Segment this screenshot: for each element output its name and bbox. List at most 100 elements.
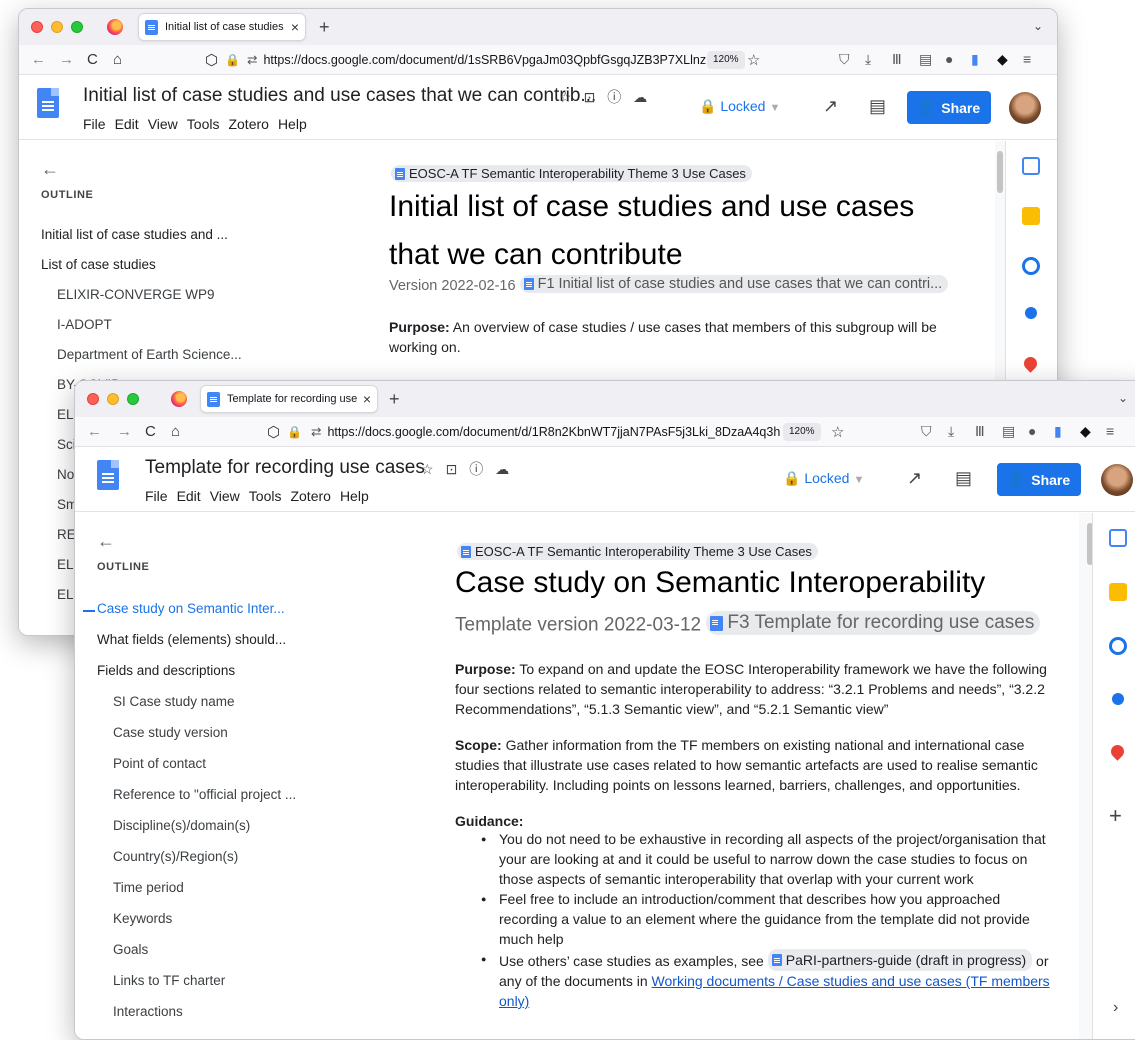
outline-item[interactable]: Time period xyxy=(113,880,184,895)
close-outline-arrow-icon[interactable]: ← xyxy=(41,159,59,180)
calendar-icon[interactable] xyxy=(1022,157,1040,175)
back-arrow-icon[interactable]: ← xyxy=(87,423,102,440)
reload-icon[interactable]: C xyxy=(87,51,98,68)
library-icon[interactable]: Ⅲ xyxy=(892,51,902,68)
extension-icon[interactable]: ● xyxy=(945,51,953,67)
extension-icon[interactable]: ● xyxy=(1028,423,1036,439)
docs-extension-icon[interactable]: ▮ xyxy=(1054,423,1062,440)
tracking-protection-shield-icon[interactable]: ⬡ xyxy=(267,423,280,441)
close-window-button[interactable] xyxy=(31,21,43,33)
address-bar[interactable]: ⇄ https://docs.google.com/document/d/1sSR… xyxy=(247,50,717,70)
outline-item[interactable]: List of case studies xyxy=(41,257,156,272)
app-menu-icon[interactable]: ≡ xyxy=(1023,51,1031,67)
activity-trend-icon[interactable]: ↗ xyxy=(907,468,922,489)
outline-item[interactable]: Discipline(s)/domain(s) xyxy=(113,818,250,833)
activity-trend-icon[interactable]: ↗ xyxy=(823,96,838,117)
tasks-icon[interactable] xyxy=(1022,257,1040,275)
menu-help[interactable]: Help xyxy=(278,116,307,132)
permissions-icon[interactable]: ⇄ xyxy=(311,425,321,439)
menu-view[interactable]: View xyxy=(210,488,240,504)
comments-icon[interactable]: ▤ xyxy=(869,96,886,117)
doc-link-chip[interactable]: EOSC-A TF Semantic Interoperability Them… xyxy=(391,165,752,183)
star-icon[interactable]: ☆ xyxy=(421,461,446,477)
browser-tab[interactable]: Template for recording use case × xyxy=(201,386,377,412)
vertical-scrollbar[interactable] xyxy=(997,151,1003,193)
app-menu-icon[interactable]: ≡ xyxy=(1106,423,1114,439)
site-lock-icon[interactable]: 🔒 xyxy=(225,53,240,67)
outline-item-active[interactable]: Case study on Semantic Inter... xyxy=(97,601,285,616)
share-button[interactable]: 👤 Share xyxy=(997,463,1081,496)
address-bar[interactable]: ⇄ https://docs.google.com/document/d/1R8n… xyxy=(311,422,781,442)
firefox-icon[interactable] xyxy=(171,391,187,407)
list-tabs-chevron-icon[interactable]: ⌄ xyxy=(1033,19,1043,33)
outline-item[interactable]: Links to TF charter xyxy=(113,973,225,988)
contacts-icon[interactable] xyxy=(1025,307,1037,319)
library-icon[interactable]: Ⅲ xyxy=(975,423,985,440)
zoom-window-button[interactable] xyxy=(127,393,139,405)
close-window-button[interactable] xyxy=(87,393,99,405)
close-tab-icon[interactable]: × xyxy=(291,19,299,35)
outline-item[interactable]: Initial list of case studies and ... xyxy=(41,227,271,242)
add-ons-plus-icon[interactable]: + xyxy=(1109,803,1122,829)
firefox-icon[interactable] xyxy=(107,19,123,35)
tracking-protection-shield-icon[interactable]: ⬡ xyxy=(205,51,218,69)
zotero-extension-icon[interactable]: ◆ xyxy=(1080,423,1091,440)
zoom-level-badge[interactable]: 120% xyxy=(707,51,745,69)
minimize-window-button[interactable] xyxy=(107,393,119,405)
cloud-status-icon[interactable]: ☁ xyxy=(633,89,659,105)
outline-item[interactable]: Sci xyxy=(57,437,76,452)
move-folder-icon[interactable]: ⊡ xyxy=(584,89,608,105)
outline-item[interactable]: SI Case study name xyxy=(113,694,235,709)
minimize-window-button[interactable] xyxy=(51,21,63,33)
docs-extension-icon[interactable]: ▮ xyxy=(971,51,979,68)
downloads-icon[interactable]: ⤓ xyxy=(948,423,954,440)
pocket-icon[interactable]: ⛉ xyxy=(921,423,932,440)
star-icon[interactable]: ☆ xyxy=(559,89,584,105)
doc-link-chip[interactable]: EOSC-A TF Semantic Interoperability Them… xyxy=(457,543,818,561)
outline-item[interactable]: Goals xyxy=(113,942,148,957)
site-lock-icon[interactable]: 🔒 xyxy=(287,425,302,439)
comments-icon[interactable]: ▤ xyxy=(955,468,972,489)
version-doc-chip[interactable]: F3 Template for recording use cases xyxy=(706,611,1041,635)
close-outline-arrow-icon[interactable]: ← xyxy=(97,531,115,552)
downloads-icon[interactable]: ⤓ xyxy=(865,51,871,68)
new-tab-button[interactable]: + xyxy=(319,17,330,38)
tasks-icon[interactable] xyxy=(1109,637,1127,655)
menu-view[interactable]: View xyxy=(148,116,178,132)
zotero-extension-icon[interactable]: ◆ xyxy=(997,51,1008,68)
home-icon[interactable]: ⌂ xyxy=(171,423,180,440)
menu-file[interactable]: File xyxy=(145,488,168,504)
menu-edit[interactable]: Edit xyxy=(115,116,139,132)
menu-file[interactable]: File xyxy=(83,116,106,132)
document-title[interactable]: Template for recording use cases xyxy=(145,457,425,479)
avatar[interactable] xyxy=(1101,464,1133,496)
cloud-status-icon[interactable]: ☁ xyxy=(495,461,521,477)
outline-item[interactable]: What fields (elements) should... xyxy=(97,632,286,647)
outline-item[interactable]: Interactions xyxy=(113,1004,183,1019)
sidebar-icon[interactable]: ▤ xyxy=(919,51,932,68)
new-tab-button[interactable]: + xyxy=(389,389,400,410)
outline-item[interactable]: Department of Earth Science... xyxy=(57,347,242,362)
bookmark-star-icon[interactable]: ☆ xyxy=(831,423,844,441)
outline-item[interactable]: I-ADOPT xyxy=(57,317,112,332)
calendar-icon[interactable] xyxy=(1109,529,1127,547)
version-doc-chip[interactable]: F1 Initial list of case studies and use … xyxy=(519,275,949,293)
share-button[interactable]: 👤 Share xyxy=(907,91,991,124)
sidebar-icon[interactable]: ▤ xyxy=(1002,423,1015,440)
locked-mode-button[interactable]: 🔒 Locked ▼ xyxy=(783,470,864,487)
bookmark-star-icon[interactable]: ☆ xyxy=(747,51,760,69)
list-tabs-chevron-icon[interactable]: ⌄ xyxy=(1118,391,1128,405)
document-title[interactable]: Initial list of case studies and use cas… xyxy=(83,85,596,107)
outline-item[interactable]: Point of contact xyxy=(113,756,206,771)
outline-item[interactable]: Keywords xyxy=(113,911,172,926)
pocket-icon[interactable]: ⛉ xyxy=(839,51,850,68)
forward-arrow-icon[interactable]: → xyxy=(59,51,74,68)
back-arrow-icon[interactable]: ← xyxy=(31,51,46,68)
close-tab-icon[interactable]: × xyxy=(363,391,371,407)
menu-help[interactable]: Help xyxy=(340,488,369,504)
home-icon[interactable]: ⌂ xyxy=(113,51,122,68)
avatar[interactable] xyxy=(1009,92,1041,124)
outline-item[interactable]: ELIXIR-CONVERGE WP9 xyxy=(57,287,215,302)
maps-icon[interactable] xyxy=(1021,354,1040,373)
menu-zotero[interactable]: Zotero xyxy=(290,488,330,504)
